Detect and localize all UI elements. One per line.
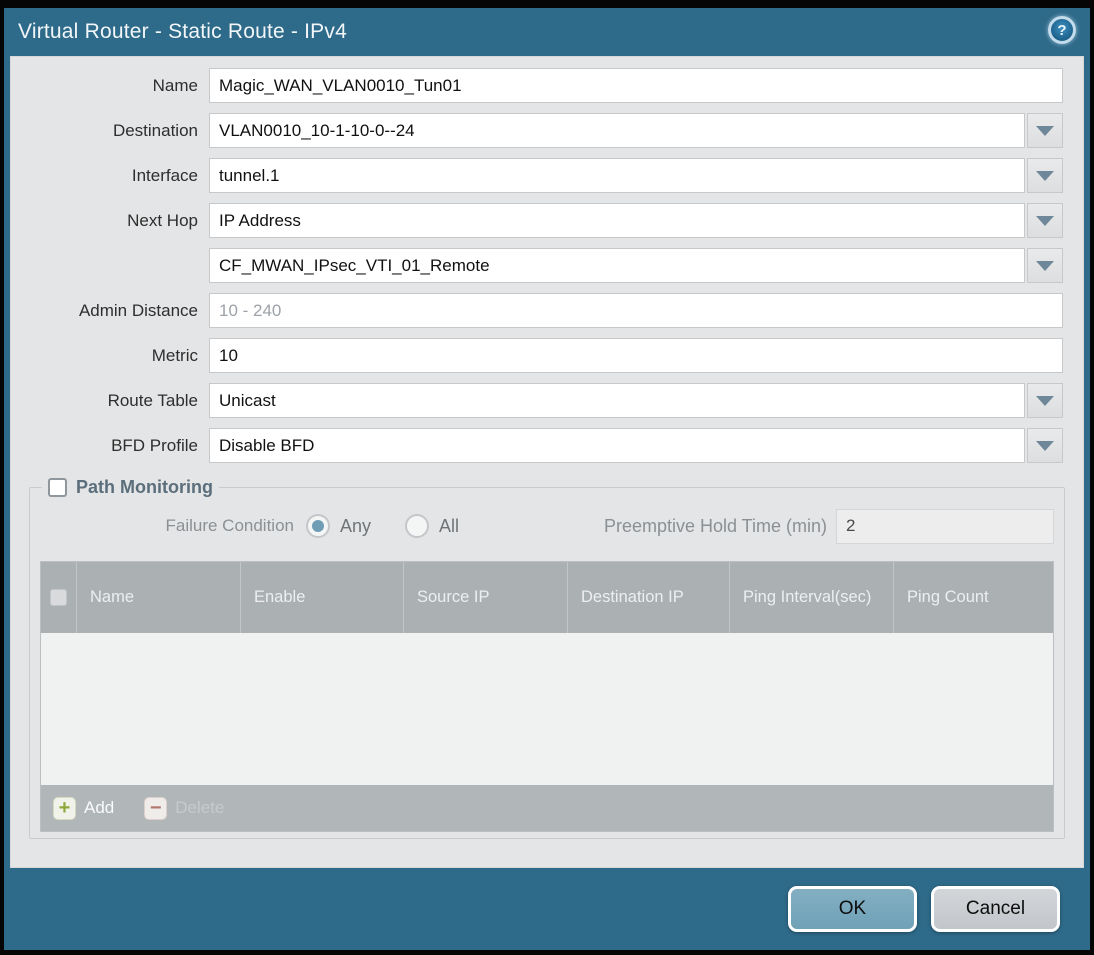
failure-condition-row: Failure Condition Any All Preemptive Hol…: [40, 508, 1054, 544]
next-hop-type-dropdown-button[interactable]: [1027, 203, 1063, 238]
next-hop-label: Next Hop: [127, 210, 198, 230]
route-table-row: Route Table: [11, 383, 1063, 418]
dialog-titlebar: Virtual Router - Static Route - IPv4 ?: [4, 8, 1090, 56]
radio-any-icon: [306, 514, 330, 538]
column-header-destination-ip[interactable]: Destination IP: [567, 562, 729, 633]
chevron-down-icon: [1036, 125, 1054, 136]
cancel-button[interactable]: Cancel: [931, 886, 1060, 932]
select-all-column: [41, 562, 76, 633]
table-toolbar: + Add − Delete: [41, 785, 1053, 831]
next-hop-type-input[interactable]: [209, 203, 1025, 238]
name-row: Name: [11, 68, 1063, 103]
chevron-down-icon: [1036, 215, 1054, 226]
failure-condition-any-option[interactable]: Any: [306, 514, 371, 538]
path-monitoring-checkbox[interactable]: [48, 478, 67, 497]
path-monitoring-section: Path Monitoring Failure Condition Any Al…: [29, 477, 1065, 839]
interface-row: Interface: [11, 158, 1063, 193]
destination-row: Destination: [11, 113, 1063, 148]
static-route-dialog: Virtual Router - Static Route - IPv4 ? N…: [0, 0, 1094, 955]
path-monitoring-title: Path Monitoring: [76, 477, 213, 497]
bfd-profile-input[interactable]: [209, 428, 1025, 463]
chevron-down-icon: [1036, 170, 1054, 181]
dialog-title: Virtual Router - Static Route - IPv4: [18, 20, 347, 43]
route-table-dropdown-button[interactable]: [1027, 383, 1063, 418]
name-label: Name: [152, 75, 198, 95]
admin-distance-label: Admin Distance: [78, 300, 198, 320]
metric-label: Metric: [151, 345, 198, 365]
add-button-label: Add: [84, 798, 115, 817]
add-button[interactable]: + Add: [53, 796, 115, 820]
help-icon[interactable]: ?: [1048, 16, 1076, 44]
delete-button-label: Delete: [175, 798, 225, 817]
destination-label: Destination: [112, 120, 198, 140]
chevron-down-icon: [1036, 440, 1054, 451]
bfd-profile-row: BFD Profile: [11, 428, 1063, 463]
destination-input[interactable]: [209, 113, 1025, 148]
failure-condition-all-option[interactable]: All: [405, 514, 459, 538]
admin-distance-row: Admin Distance: [11, 293, 1063, 328]
minus-icon: −: [144, 796, 168, 820]
column-header-name[interactable]: Name: [76, 562, 240, 633]
route-table-input[interactable]: [209, 383, 1025, 418]
path-monitoring-legend: Path Monitoring: [42, 477, 219, 498]
destination-dropdown-button[interactable]: [1027, 113, 1063, 148]
radio-all-icon: [405, 514, 430, 538]
ok-button[interactable]: OK: [788, 886, 917, 932]
column-header-source-ip[interactable]: Source IP: [403, 562, 567, 633]
interface-label: Interface: [131, 165, 198, 185]
plus-icon: +: [53, 796, 76, 820]
next-hop-row: Next Hop: [11, 203, 1063, 238]
admin-distance-input[interactable]: [209, 293, 1063, 328]
radio-all-label: All: [439, 515, 460, 536]
preemptive-hold-time-input[interactable]: [836, 508, 1054, 544]
select-all-checkbox[interactable]: [50, 589, 67, 606]
route-table-label: Route Table: [107, 390, 198, 410]
dialog-body: Name Destination Interface: [10, 56, 1084, 868]
next-hop-address-input[interactable]: [209, 248, 1025, 283]
preemptive-hold-time-label: Preemptive Hold Time (min): [603, 515, 827, 536]
chevron-down-icon: [1036, 395, 1054, 406]
table-header-row: Name Enable Source IP Destination IP Pin…: [41, 562, 1053, 633]
table-body-empty: [41, 633, 1053, 785]
next-hop-address-row: [11, 248, 1063, 283]
metric-input[interactable]: [209, 338, 1063, 373]
metric-row: Metric: [11, 338, 1063, 373]
bfd-profile-dropdown-button[interactable]: [1027, 428, 1063, 463]
next-hop-address-dropdown-button[interactable]: [1027, 248, 1063, 283]
delete-button[interactable]: − Delete: [144, 796, 225, 820]
column-header-ping-interval[interactable]: Ping Interval(sec): [729, 562, 893, 633]
interface-dropdown-button[interactable]: [1027, 158, 1063, 193]
interface-input[interactable]: [209, 158, 1025, 193]
failure-condition-label: Failure Condition: [165, 516, 294, 535]
radio-any-label: Any: [340, 515, 372, 536]
column-header-enable[interactable]: Enable: [240, 562, 403, 633]
chevron-down-icon: [1036, 260, 1054, 271]
path-monitoring-table: Name Enable Source IP Destination IP Pin…: [40, 561, 1054, 832]
column-header-ping-count[interactable]: Ping Count: [893, 562, 1053, 633]
name-input[interactable]: [209, 68, 1063, 103]
dialog-footer: OK Cancel: [4, 868, 1090, 950]
preemptive-hold-time: Preemptive Hold Time (min): [603, 508, 1054, 544]
bfd-profile-label: BFD Profile: [111, 435, 198, 455]
